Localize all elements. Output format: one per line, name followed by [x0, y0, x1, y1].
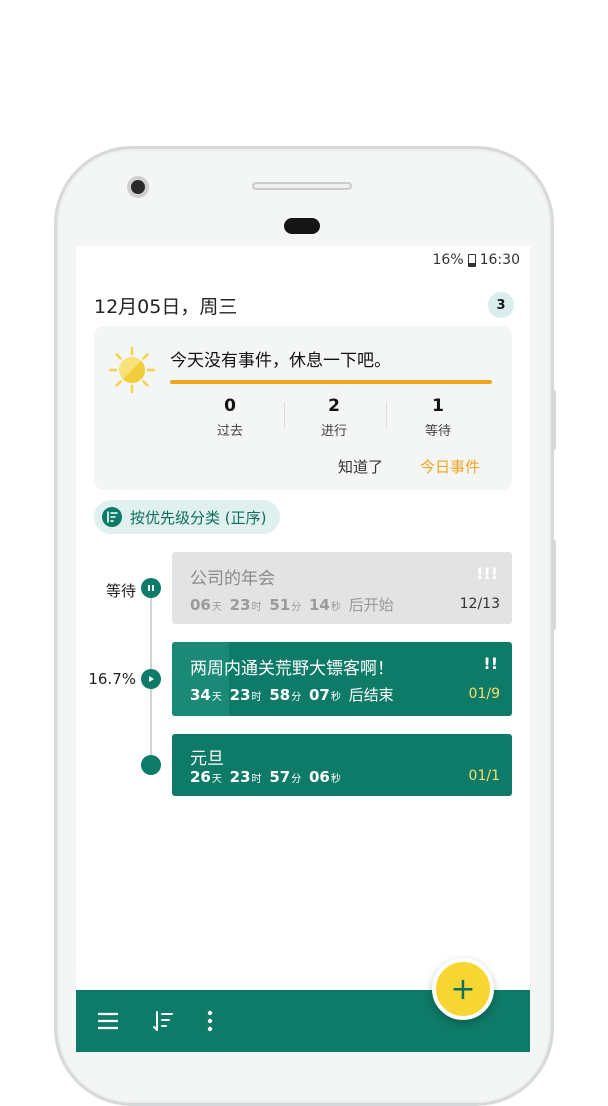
stat-label: 等待 [424, 424, 451, 439]
event-priority: !! [483, 654, 498, 673]
clock: 16:30 [479, 252, 520, 268]
event-date: 12/13 [459, 596, 500, 612]
event-date: 01/1 [468, 768, 500, 784]
stat-value: 1 [432, 396, 444, 416]
event-card[interactable]: 公司的年会 !!! 06天 23时 51分 14秒 后开始 12/13 [172, 552, 512, 624]
sort-order-chip[interactable]: 按优先级分类 (正序) [94, 500, 281, 534]
earpiece-speaker [284, 218, 320, 234]
battery-level: 16% [432, 252, 464, 268]
volume-button [552, 390, 556, 450]
add-event-button[interactable]: + [432, 958, 494, 1020]
event-countdown: 34天 23时 58分 07秒 后结束 [190, 686, 394, 704]
today-events-button[interactable]: 今日事件 [420, 456, 480, 477]
front-camera [127, 176, 149, 198]
summary-card: 今天没有事件，休息一下吧。 0 过去 2 进行 1 等待 知道了 今日事件 [94, 326, 512, 490]
sort-icon[interactable] [152, 1010, 176, 1032]
sort-icon [102, 507, 122, 527]
stat-waiting: 1 等待 [398, 396, 478, 439]
sun-icon [108, 346, 156, 394]
event-countdown: 06天 23时 51分 14秒 后开始 [190, 596, 394, 614]
summary-message: 今天没有事件，休息一下吧。 [170, 351, 391, 371]
stat-past: 0 过去 [190, 396, 270, 439]
timeline-dot [141, 755, 161, 775]
stat-label: 进行 [320, 424, 347, 439]
event-title: 元旦 [190, 749, 224, 769]
event-countdown: 26天 23时 57分 06秒 [190, 768, 341, 786]
stat-label: 过去 [216, 424, 243, 439]
pause-icon [141, 578, 161, 598]
timeline-label-waiting: 等待 [105, 582, 136, 600]
status-bar: 16% 16:30 [433, 252, 520, 268]
acknowledge-button[interactable]: 知道了 [338, 456, 383, 477]
app-screen: 16% 16:30 12月05日，周三 3 今天没有事件，休息一下吧。 0 过去… [76, 246, 530, 1052]
play-icon [141, 669, 161, 689]
event-title: 两周内通关荒野大镖客啊！ [190, 659, 394, 679]
stat-divider [386, 402, 387, 428]
sort-chip-label: 按优先级分类 (正序) [130, 508, 267, 527]
menu-icon[interactable] [96, 1010, 120, 1032]
event-date: 01/9 [468, 686, 500, 702]
stat-value: 0 [224, 396, 236, 416]
stat-divider [284, 402, 285, 428]
page-title: 12月05日，周三 [94, 296, 238, 318]
timeline-label-progress: 16.7% [88, 670, 136, 688]
stat-ongoing: 2 进行 [294, 396, 374, 439]
battery-icon [467, 253, 476, 267]
summary-accent-bar [170, 380, 492, 384]
proximity-sensor [252, 182, 352, 190]
event-card[interactable]: 元旦 26天 23时 57分 06秒 01/1 [172, 734, 512, 796]
more-options-icon[interactable] [198, 1010, 222, 1032]
event-priority: !!! [476, 564, 498, 583]
event-title: 公司的年会 [190, 569, 275, 589]
stat-value: 2 [328, 396, 340, 416]
power-button [552, 540, 556, 630]
event-count-badge[interactable]: 3 [488, 292, 514, 318]
event-card[interactable]: 两周内通关荒野大镖客啊！ !! 34天 23时 58分 07秒 后结束 01/9 [172, 642, 512, 716]
